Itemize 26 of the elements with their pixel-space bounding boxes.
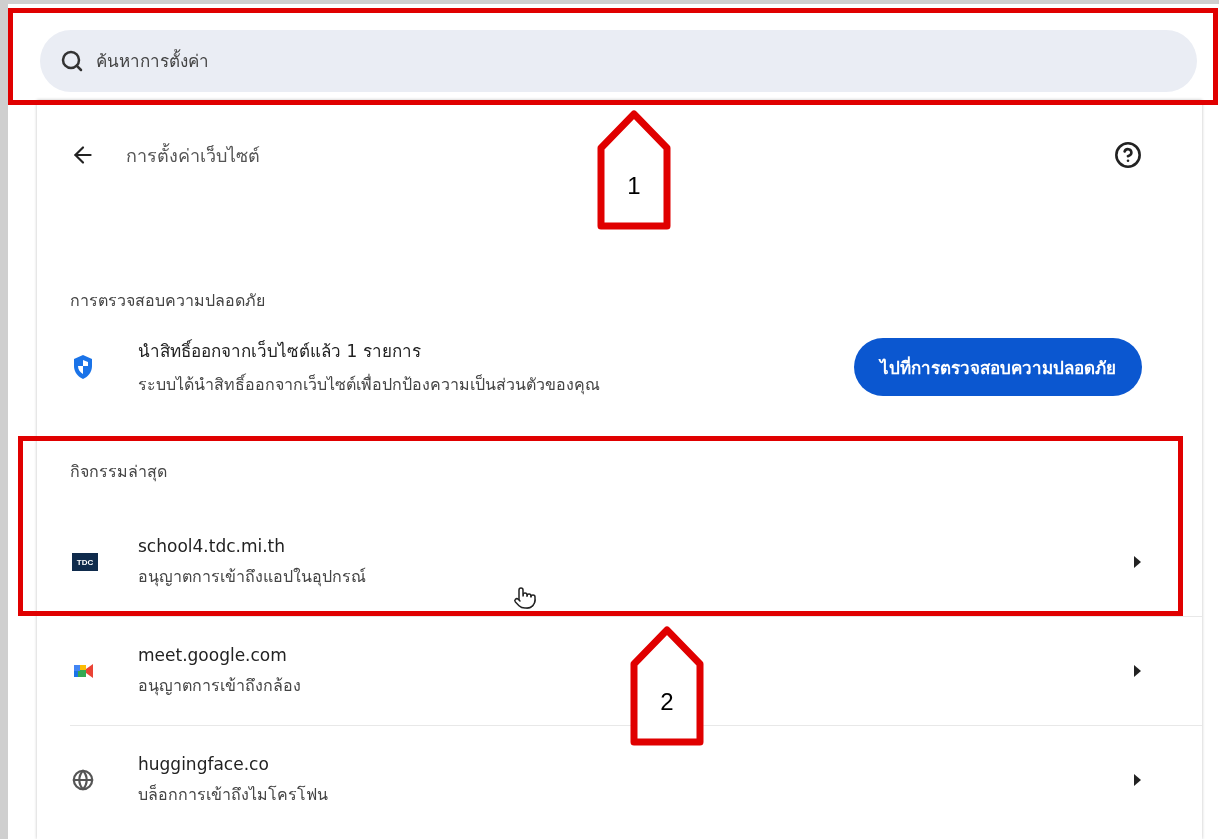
safety-check-button[interactable]: ไปที่การตรวจสอบความปลอดภัย	[854, 338, 1142, 396]
site-permission: อนุญาตการเข้าถึงกล้อง	[138, 674, 302, 698]
search-field[interactable]: ค้นหาการตั้งค่า	[40, 30, 1197, 92]
safety-description: ระบบได้นำสิทธิ์ออกจากเว็บไซต์เพื่อปกป้องความเป็นส่วนตัวของคุณ	[138, 372, 601, 397]
site-permission: บล็อกการเข้าถึงไมโครโฟน	[138, 783, 329, 806]
site-logo: TDC	[72, 553, 98, 571]
help-button[interactable]	[1114, 141, 1142, 169]
section-heading: การตรวจสอบความปลอดภัย	[70, 290, 266, 312]
site-address: huggingface.co	[138, 753, 270, 774]
caret-icon	[1132, 665, 1142, 677]
search-icon	[60, 49, 84, 73]
caret-icon	[1132, 556, 1142, 568]
site-row[interactable]: TDC school4.tdc.mi.th อนุญาตการเข้าถึงแอปในอุปกรณ์	[70, 508, 1202, 616]
callout-number: 1	[626, 172, 642, 200]
site-permission: อนุญาตการเข้าถึงแอปในอุปกรณ์	[138, 565, 367, 589]
caret-icon	[1132, 774, 1142, 786]
site-address: meet.google.com	[138, 644, 288, 665]
site-address: school4.tdc.mi.th	[138, 535, 287, 556]
safety-title: นำสิทธิ์ออกจากเว็บไซต์แล้ว 1 รายการ	[138, 338, 422, 363]
callout-number: 2	[659, 688, 675, 716]
globe-icon	[72, 769, 94, 791]
video-camera-icon	[72, 661, 96, 681]
section-heading: กิจกรรมล่าสุด	[70, 461, 168, 484]
page-title: การตั้งค่าเว็บไซต์	[126, 142, 261, 168]
shield-icon	[72, 354, 94, 380]
hand-cursor-icon	[513, 586, 537, 610]
